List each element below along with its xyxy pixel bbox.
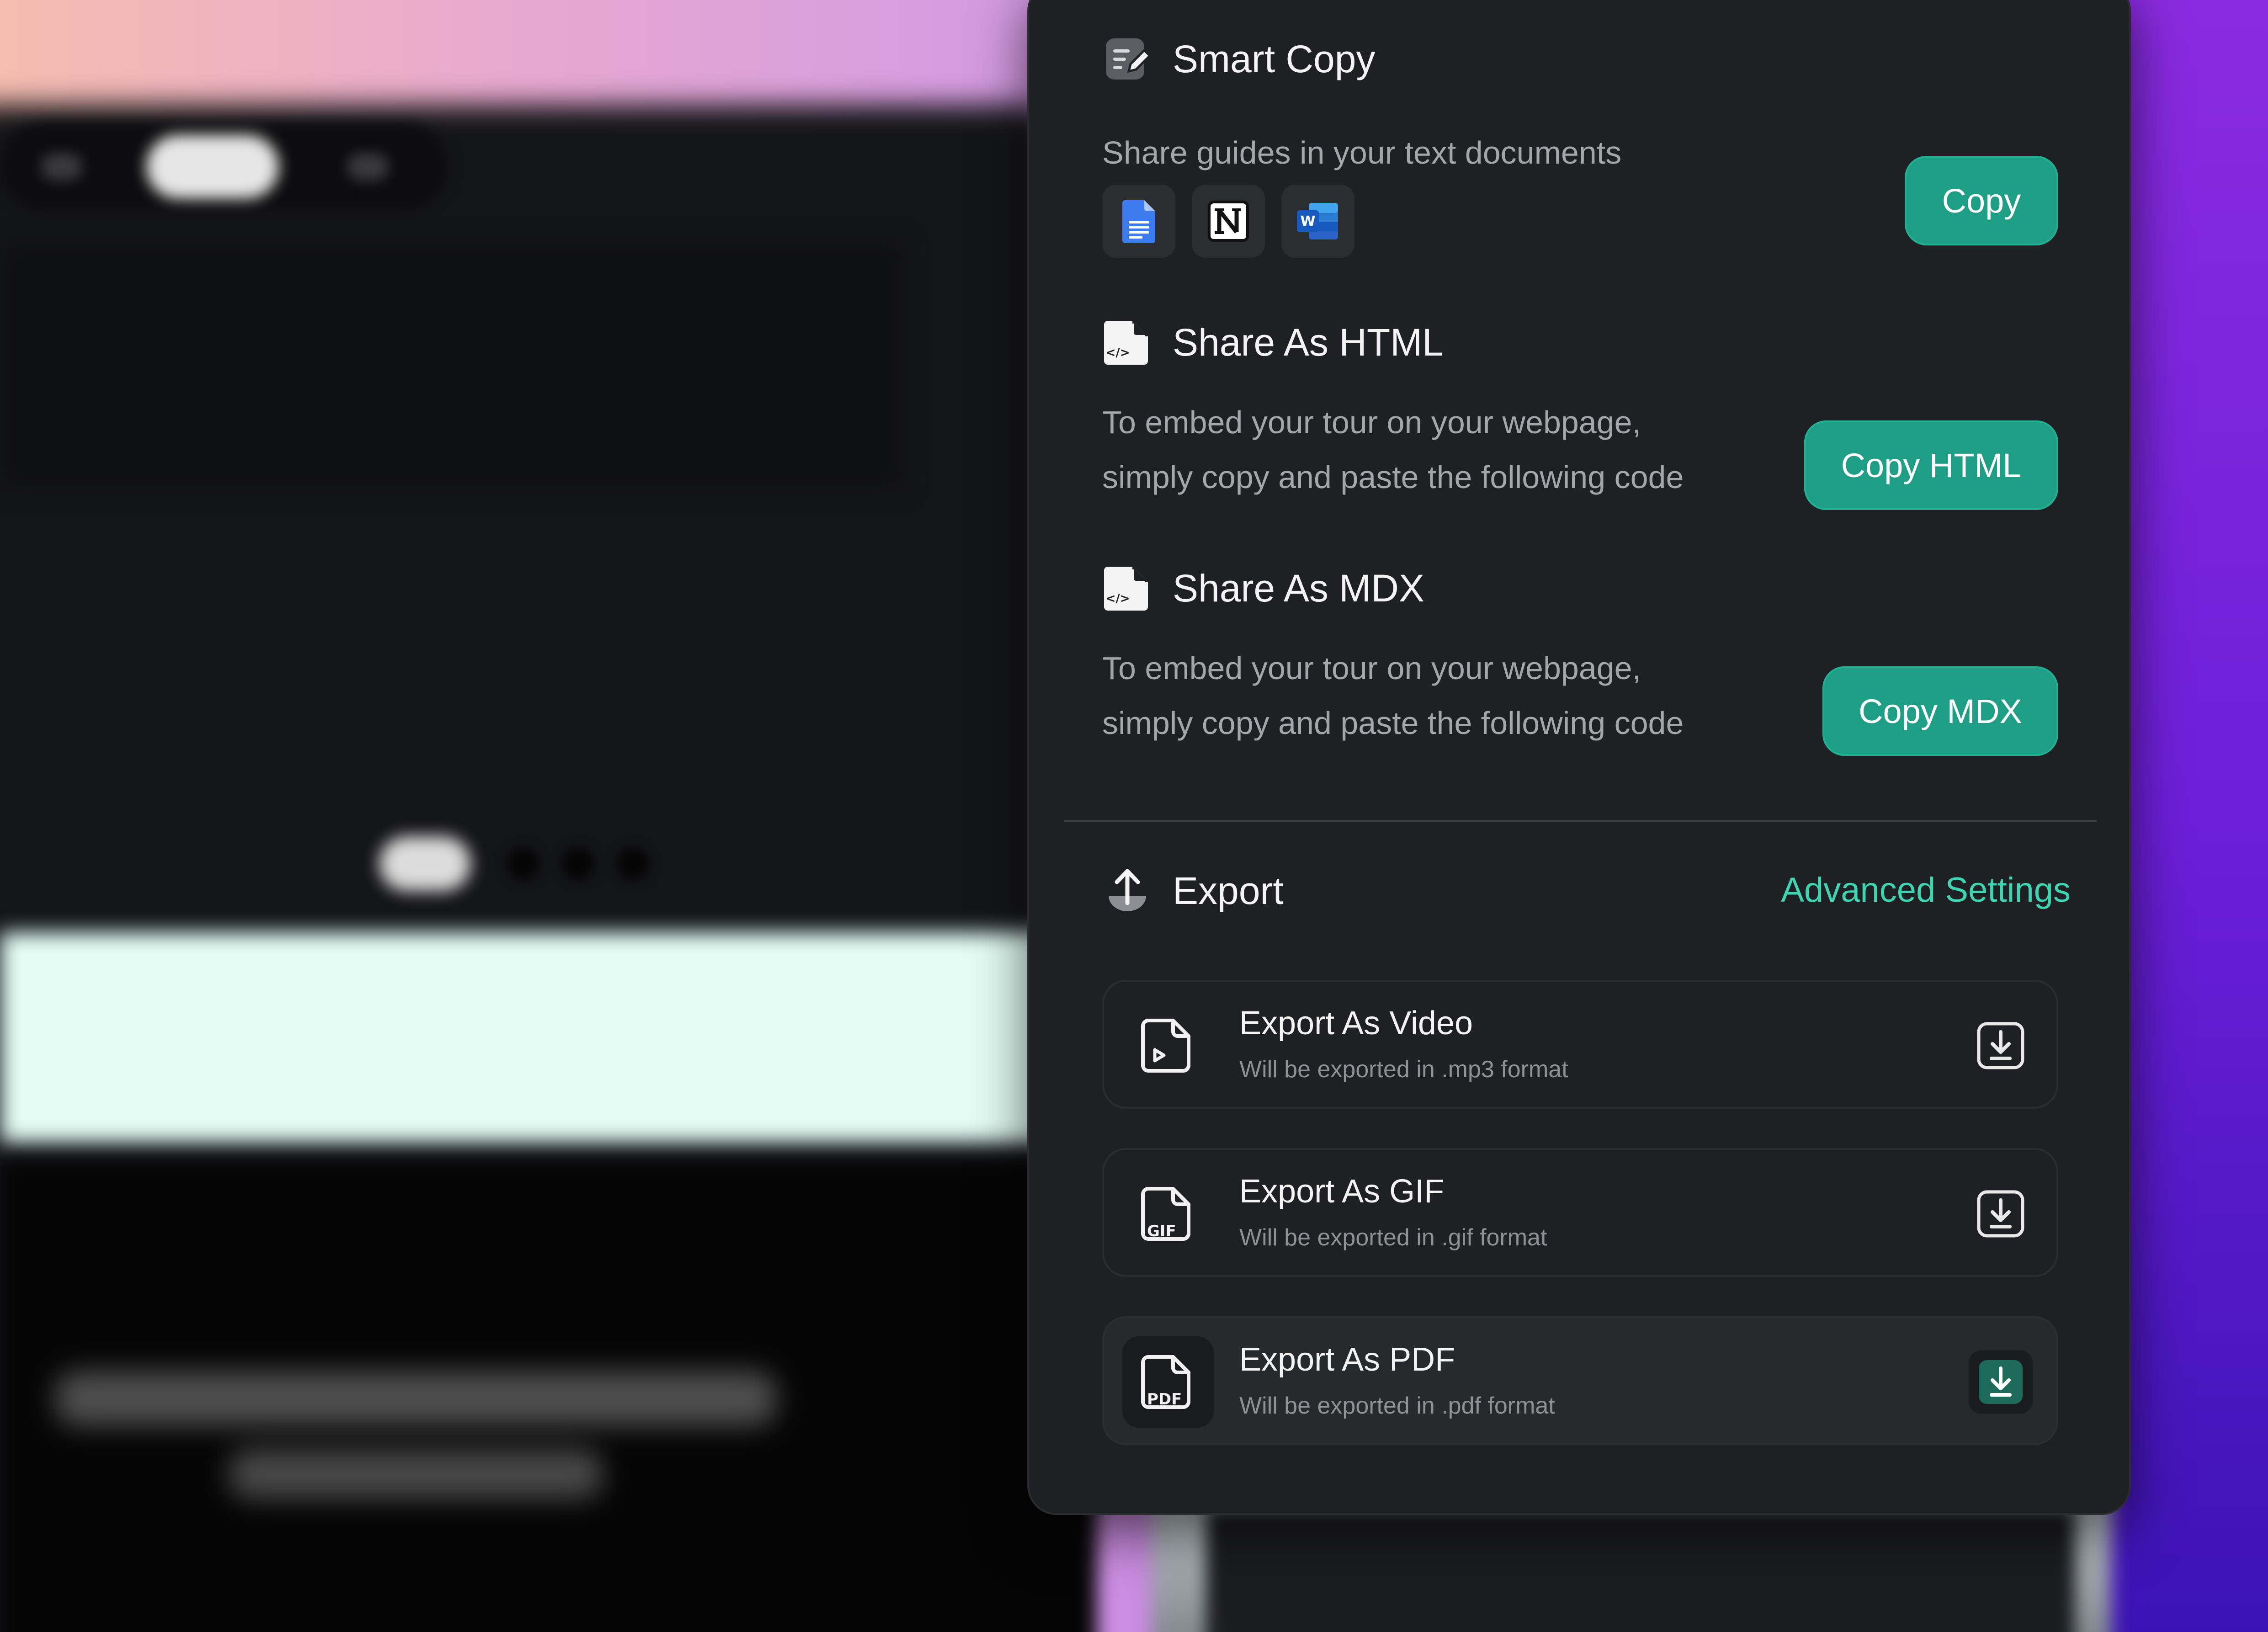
google-docs-icon xyxy=(1102,185,1175,258)
download-icon xyxy=(1979,1360,2023,1404)
background-mini-dot xyxy=(562,848,594,880)
export-pdf-card[interactable]: PDF Export As PDF Will be exported in .p… xyxy=(1102,1316,2058,1445)
export-pdf-subtitle: Will be exported in .pdf format xyxy=(1239,1393,1555,1419)
svg-text:</>: </> xyxy=(1105,346,1130,360)
smart-copy-apps: W xyxy=(1102,185,1354,258)
export-title: Export xyxy=(1173,869,1284,912)
download-icon xyxy=(1977,1190,2024,1238)
smart-copy-header: Smart Copy xyxy=(1102,34,1375,84)
download-icon xyxy=(1977,1022,2024,1069)
copy-button[interactable]: Copy xyxy=(1905,156,2058,245)
pdf-badge: PDF xyxy=(1147,1390,1182,1409)
share-html-header: </> Share As HTML xyxy=(1102,317,1444,367)
smart-copy-title: Smart Copy xyxy=(1173,37,1376,80)
section-divider xyxy=(1064,820,2097,822)
share-export-panel: Smart Copy Share guides in your text doc… xyxy=(1027,0,2131,1515)
copy-html-button[interactable]: Copy HTML xyxy=(1804,420,2058,510)
background-mini-dot xyxy=(507,848,539,880)
svg-text:</>: </> xyxy=(1105,592,1130,606)
export-video-card[interactable]: Export As Video Will be exported in .mp3… xyxy=(1102,980,2058,1109)
notion-icon xyxy=(1192,185,1265,258)
share-html-description-line1: To embed your tour on your webpage, xyxy=(1102,404,1641,440)
export-gif-subtitle: Will be exported in .gif format xyxy=(1239,1224,1547,1251)
export-header: Export xyxy=(1102,866,1284,916)
smart-copy-description: Share guides in your text documents xyxy=(1102,135,1622,170)
export-video-subtitle: Will be exported in .mp3 format xyxy=(1239,1056,1568,1083)
export-video-title: Export As Video xyxy=(1239,1005,1473,1042)
code-file-icon: </> xyxy=(1102,317,1153,367)
share-html-description-line2: simply copy and paste the following code xyxy=(1102,459,1684,495)
export-gif-card[interactable]: GIF Export As GIF Will be exported in .g… xyxy=(1102,1148,2058,1277)
background-blurred-text xyxy=(228,1449,603,1499)
download-video-button[interactable] xyxy=(1969,1014,2033,1078)
background-tab-dot xyxy=(41,153,82,181)
share-html-title: Share As HTML xyxy=(1173,320,1444,364)
gif-file-icon xyxy=(1122,1168,1214,1260)
svg-text:W: W xyxy=(1300,213,1315,229)
background-mini-pill xyxy=(379,836,471,891)
background-tab-active xyxy=(146,135,279,199)
share-mdx-description-line1: To embed your tour on your webpage, xyxy=(1102,650,1641,686)
export-gif-title: Export As GIF xyxy=(1239,1173,1445,1210)
share-html-description: To embed your tour on your webpage, simp… xyxy=(1102,395,1684,505)
edit-document-icon xyxy=(1102,34,1153,84)
share-mdx-description: To embed your tour on your webpage, simp… xyxy=(1102,641,1684,750)
gif-badge: GIF xyxy=(1147,1222,1176,1240)
background-tab-dot xyxy=(347,153,388,181)
share-mdx-title: Share As MDX xyxy=(1173,566,1424,610)
background-light-band xyxy=(0,932,1097,1143)
video-file-icon xyxy=(1122,1000,1214,1091)
background-blurred-text xyxy=(55,1371,777,1426)
advanced-settings-link[interactable]: Advanced Settings xyxy=(1781,870,2071,910)
copy-mdx-button[interactable]: Copy MDX xyxy=(1822,666,2058,756)
background-mini-dot xyxy=(617,848,649,880)
share-mdx-header: </> Share As MDX xyxy=(1102,563,1424,613)
pdf-file-icon xyxy=(1122,1336,1214,1428)
download-pdf-button[interactable] xyxy=(1969,1350,2033,1414)
word-icon: W xyxy=(1281,185,1354,258)
share-mdx-description-line2: simply copy and paste the following code xyxy=(1102,705,1684,741)
download-gif-button[interactable] xyxy=(1969,1182,2033,1246)
background-block xyxy=(0,242,905,489)
code-file-icon: </> xyxy=(1102,563,1153,613)
export-pdf-title: Export As PDF xyxy=(1239,1341,1455,1378)
background-under-panel-dark xyxy=(1206,1508,2075,1632)
upload-icon xyxy=(1102,866,1153,916)
